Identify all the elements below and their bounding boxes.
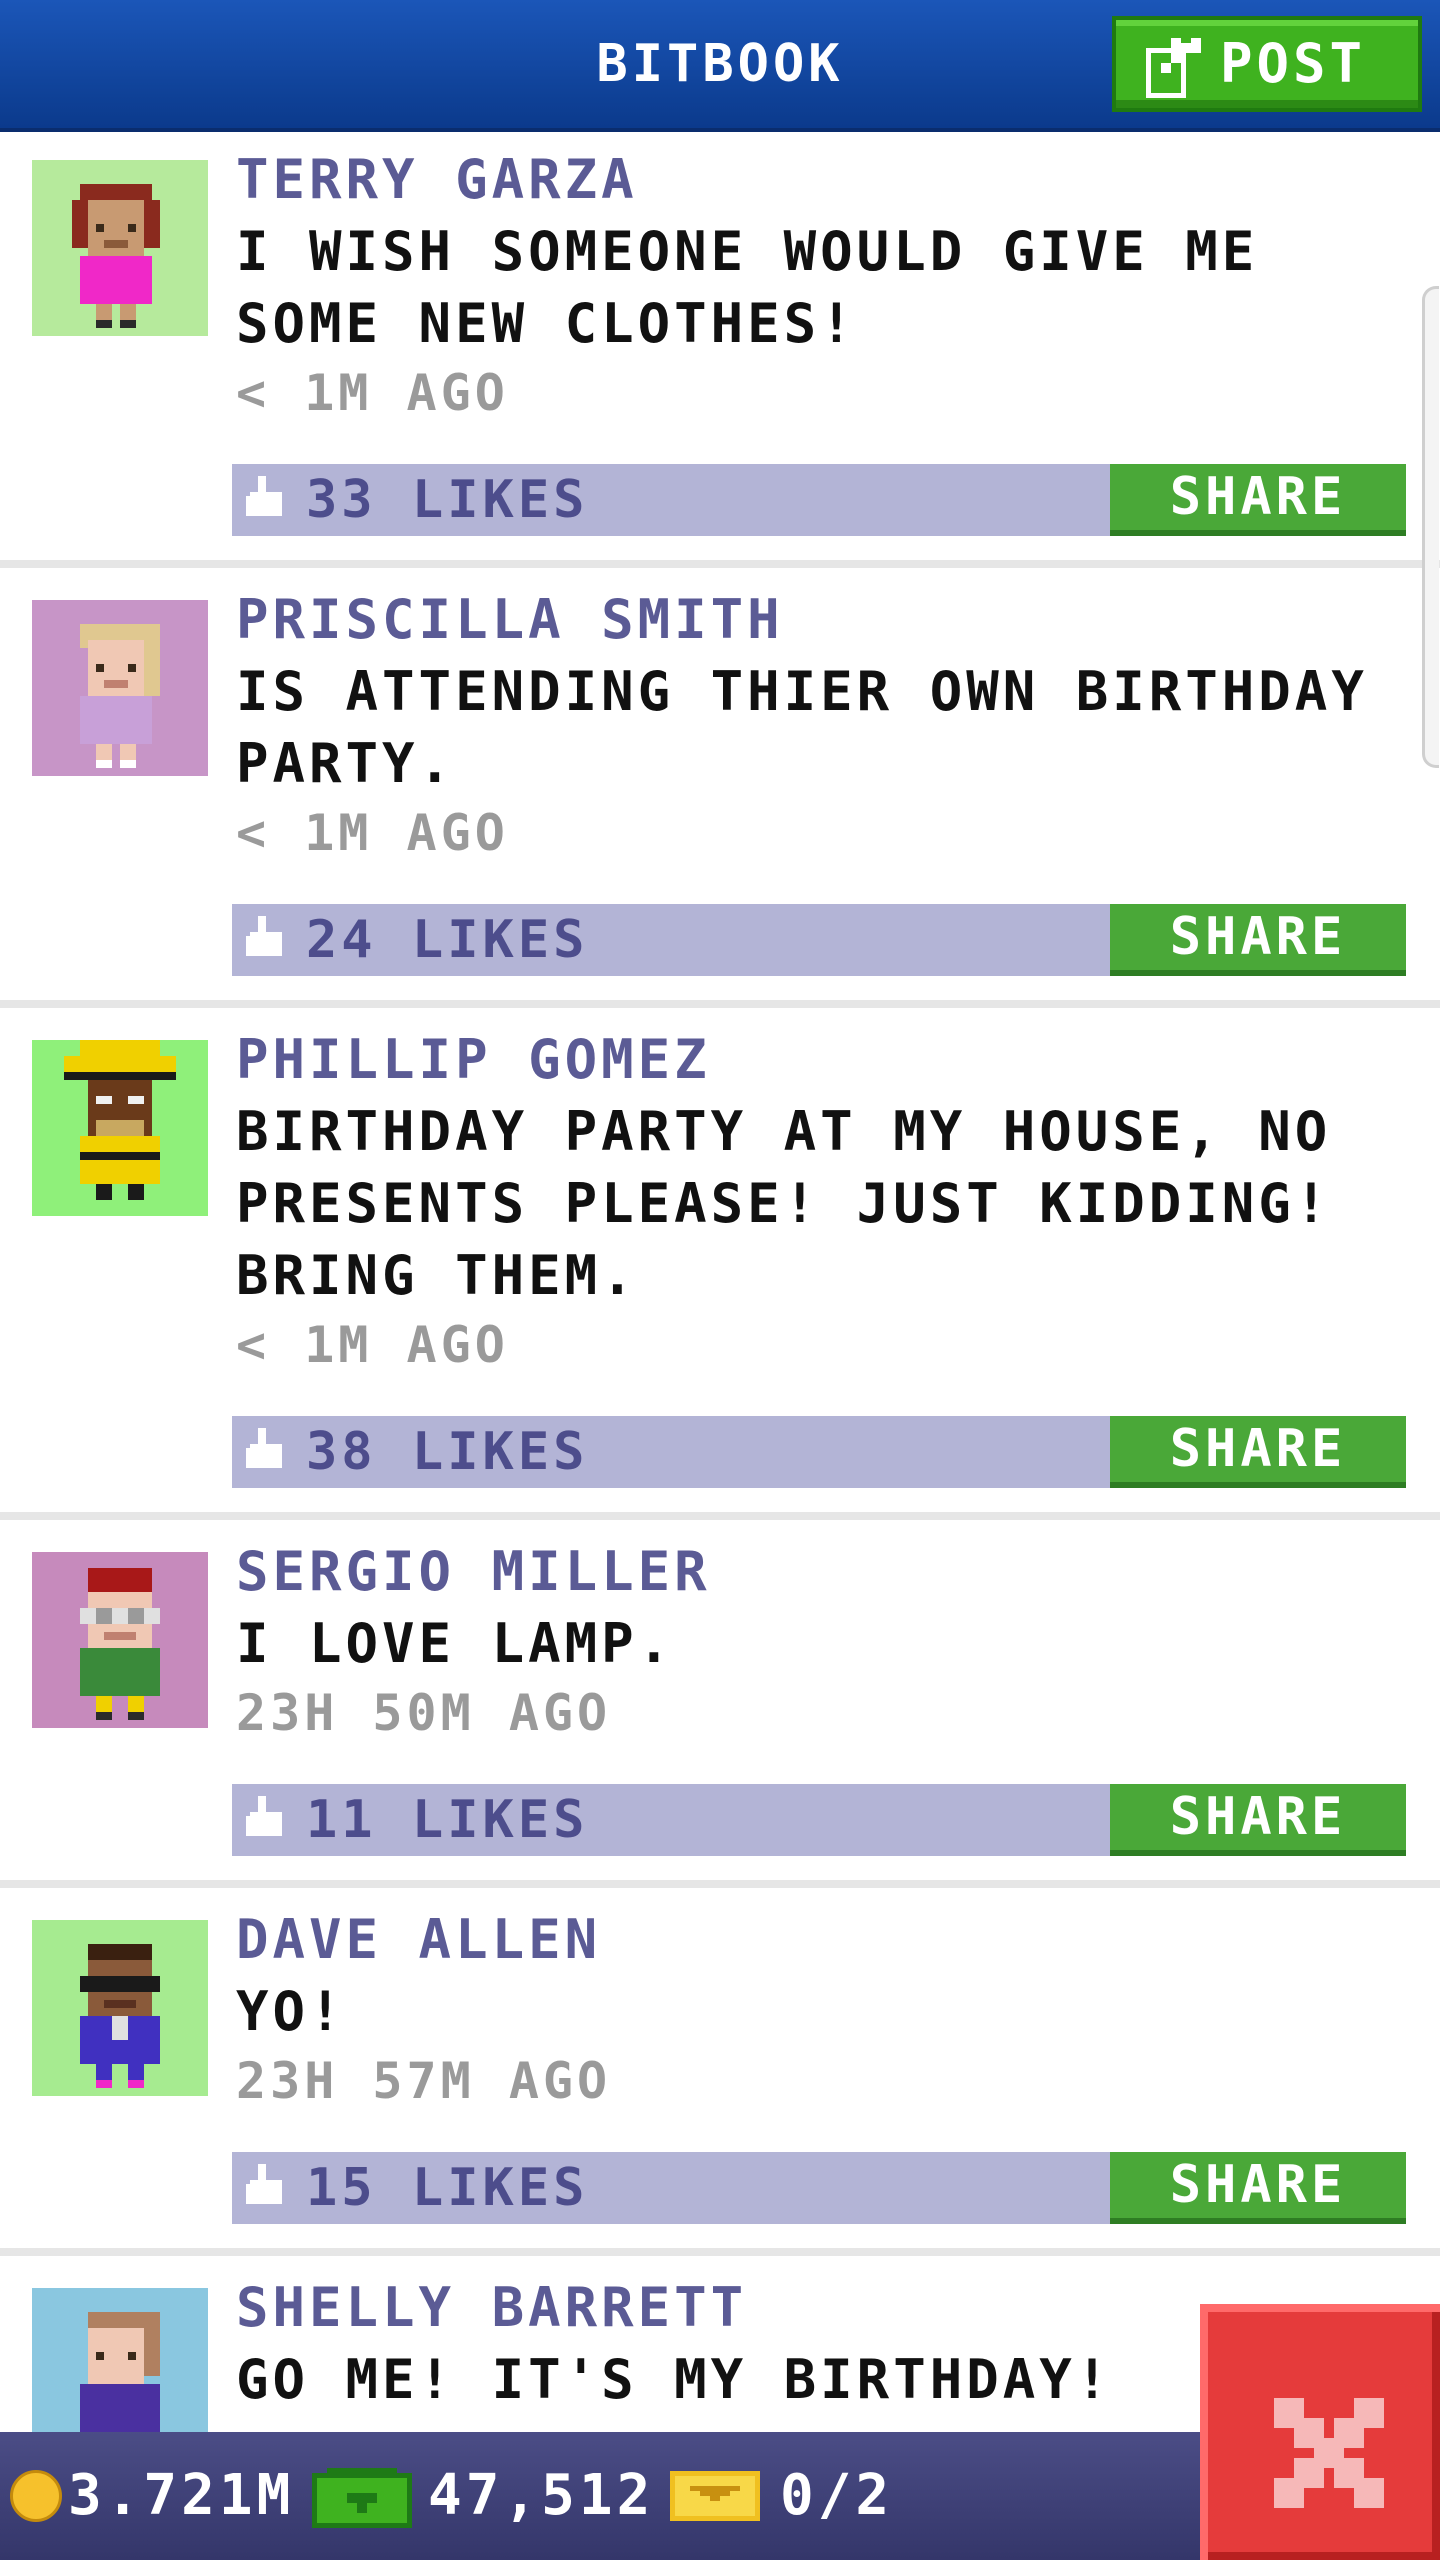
avatar[interactable] bbox=[32, 600, 208, 776]
coin-count: 3.721M bbox=[68, 2463, 295, 2528]
feed-post: SERGIO MILLER I LOVE LAMP. 23H 50M AGO 1… bbox=[0, 1524, 1440, 1888]
post-message: I WISH SOMEONE WOULD GIVE ME SOME NEW CL… bbox=[236, 220, 1259, 355]
bux-count: 47,512 bbox=[428, 2463, 655, 2528]
share-label: SHARE bbox=[1169, 1787, 1347, 1847]
like-bar: 15 LIKES SHARE bbox=[232, 2152, 1406, 2224]
post-author[interactable]: SHELLY BARRETT bbox=[236, 2276, 747, 2339]
post-author[interactable]: SERGIO MILLER bbox=[236, 1540, 711, 1603]
divider bbox=[0, 1512, 1440, 1520]
avatar[interactable] bbox=[32, 2288, 208, 2432]
post-author[interactable]: DAVE ALLEN bbox=[236, 1908, 601, 1971]
ticket-icon bbox=[670, 2471, 760, 2521]
avatar[interactable] bbox=[32, 1920, 208, 2096]
thumbs-up-icon[interactable] bbox=[246, 1796, 286, 1840]
avatar-image bbox=[32, 2288, 208, 2432]
share-button[interactable]: SHARE bbox=[1110, 1416, 1406, 1488]
avatar-image bbox=[32, 1552, 208, 1728]
feed-post: PRISCILLA SMITH IS ATTENDING THIER OWN B… bbox=[0, 572, 1440, 1008]
post-time: < 1M AGO bbox=[236, 1316, 509, 1374]
top-bar: BITBOOK POST bbox=[0, 0, 1440, 132]
share-label: SHARE bbox=[1169, 1419, 1347, 1479]
scrollbar[interactable] bbox=[1422, 286, 1439, 768]
edit-icon bbox=[1146, 38, 1201, 98]
share-label: SHARE bbox=[1169, 907, 1347, 967]
post-message: BIRTHDAY PARTY AT MY HOUSE, NO PRESENTS … bbox=[236, 1100, 1332, 1307]
like-count: 33 LIKES bbox=[306, 470, 589, 530]
close-icon bbox=[1274, 2398, 1384, 2508]
like-count: 11 LIKES bbox=[306, 1790, 589, 1850]
like-bar: 33 LIKES SHARE bbox=[232, 464, 1406, 536]
post-time: < 1M AGO bbox=[236, 364, 509, 422]
bux-icon bbox=[312, 2468, 412, 2528]
avatar-image bbox=[32, 600, 208, 776]
post-time: 23H 57M AGO bbox=[236, 2052, 612, 2110]
thumbs-up-icon[interactable] bbox=[246, 1428, 286, 1472]
post-button[interactable]: POST bbox=[1112, 16, 1422, 112]
feed-post: TERRY GARZA I WISH SOMEONE WOULD GIVE ME… bbox=[0, 132, 1440, 568]
like-bar: 11 LIKES SHARE bbox=[232, 1784, 1406, 1856]
avatar-image bbox=[32, 1920, 208, 2096]
avatar[interactable] bbox=[32, 1040, 208, 1216]
share-button[interactable]: SHARE bbox=[1110, 904, 1406, 976]
post-label: POST bbox=[1220, 32, 1367, 95]
post-author[interactable]: PHILLIP GOMEZ bbox=[236, 1028, 711, 1091]
post-author[interactable]: PRISCILLA SMITH bbox=[236, 588, 784, 651]
avatar-image bbox=[32, 1040, 208, 1216]
like-count: 15 LIKES bbox=[306, 2158, 589, 2218]
post-message: YO! bbox=[236, 1980, 346, 2043]
thumbs-up-icon[interactable] bbox=[246, 2164, 286, 2208]
avatar[interactable] bbox=[32, 1552, 208, 1728]
thumbs-up-icon[interactable] bbox=[246, 476, 286, 520]
close-button[interactable] bbox=[1200, 2304, 1440, 2560]
post-time: 23H 50M AGO bbox=[236, 1684, 612, 1742]
post-author[interactable]: TERRY GARZA bbox=[236, 148, 638, 211]
like-count: 24 LIKES bbox=[306, 910, 589, 970]
coin-icon bbox=[10, 2470, 62, 2522]
post-message: IS ATTENDING THIER OWN BIRTHDAY PARTY. bbox=[236, 660, 1368, 795]
post-message: I LOVE LAMP. bbox=[236, 1612, 675, 1675]
share-button[interactable]: SHARE bbox=[1110, 1784, 1406, 1856]
share-label: SHARE bbox=[1169, 467, 1347, 527]
divider bbox=[0, 1000, 1440, 1008]
like-bar: 38 LIKES SHARE bbox=[232, 1416, 1406, 1488]
ticket-count: 0/2 bbox=[780, 2463, 894, 2528]
feed-post: DAVE ALLEN YO! 23H 57M AGO 15 LIKES SHAR… bbox=[0, 1892, 1440, 2256]
share-button[interactable]: SHARE bbox=[1110, 2152, 1406, 2224]
like-count: 38 LIKES bbox=[306, 1422, 589, 1482]
news-feed[interactable]: TERRY GARZA I WISH SOMEONE WOULD GIVE ME… bbox=[0, 132, 1440, 2432]
post-time: < 1M AGO bbox=[236, 804, 509, 862]
divider bbox=[0, 2248, 1440, 2256]
feed-post: PHILLIP GOMEZ BIRTHDAY PARTY AT MY HOUSE… bbox=[0, 1012, 1440, 1520]
like-bar: 24 LIKES SHARE bbox=[232, 904, 1406, 976]
divider bbox=[0, 1880, 1440, 1888]
thumbs-up-icon[interactable] bbox=[246, 916, 286, 960]
share-button[interactable]: SHARE bbox=[1110, 464, 1406, 536]
share-label: SHARE bbox=[1169, 2155, 1347, 2215]
divider bbox=[0, 560, 1440, 568]
avatar-image bbox=[32, 160, 208, 336]
avatar[interactable] bbox=[32, 160, 208, 336]
